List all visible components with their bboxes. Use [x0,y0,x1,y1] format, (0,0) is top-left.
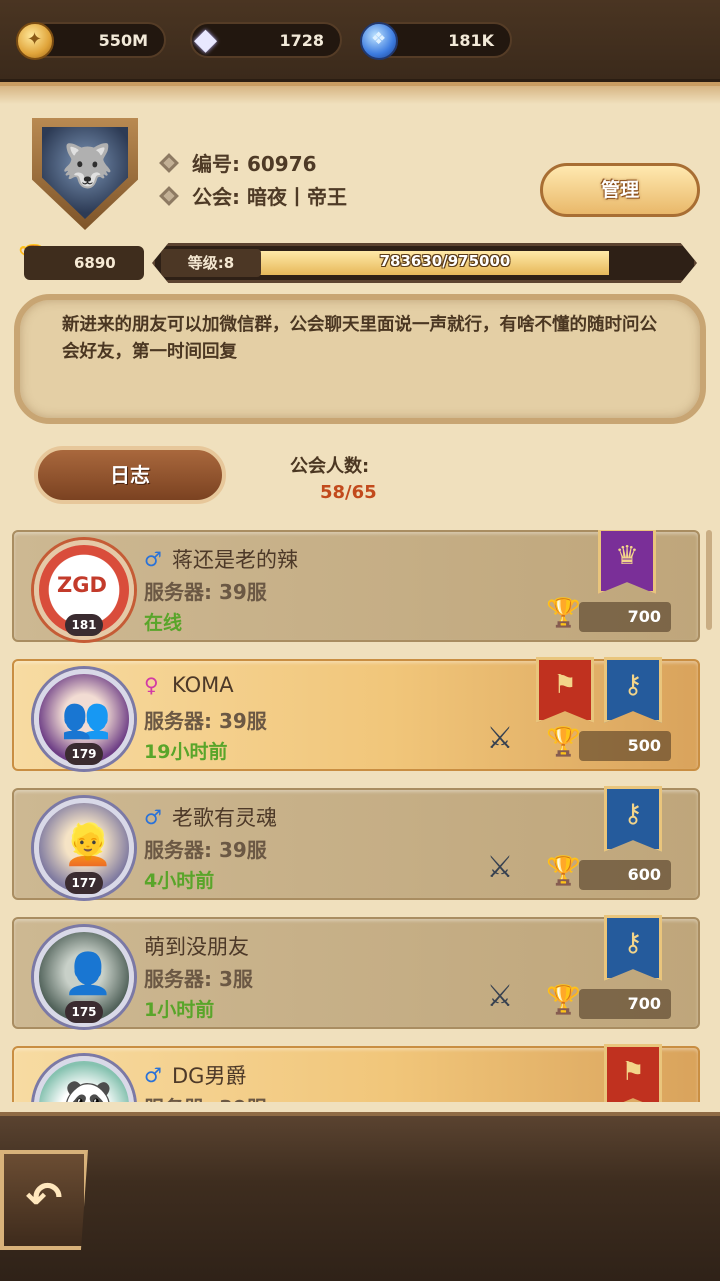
blue-banner-icon [604,657,662,723]
crossed-swords-icon[interactable]: ⚔ [480,719,520,759]
member-name-row: ♂ 老歌有灵魂 [144,802,277,832]
member-card[interactable]: ♂ DG男爵 服务器: 39服 [12,1044,700,1102]
trophy-icon: 🏆 [546,983,581,1016]
male-icon: ♂ [144,547,162,571]
guild-id: 编号: 60976 [192,152,317,176]
back-arrow-icon: ↶ [25,1173,63,1224]
member-avatar[interactable] [34,1056,134,1102]
gold-value: 550M [98,30,148,50]
member-card[interactable]: 181 ♂ 蒋还是老的辣 服务器: 39服 在线 🏆 700 [12,530,700,642]
member-card[interactable]: 177 ♂ 老歌有灵魂 服务器: 39服 4小时前 ⚔ 🏆 600 [12,786,700,900]
member-status: 1小时前 [144,999,215,1021]
diamond-icon [188,22,226,60]
crossed-swords-icon[interactable]: ⚔ [480,977,520,1017]
bottom-bar [0,1112,720,1281]
back-button[interactable]: ↶ [0,1150,88,1250]
member-status: 4小时前 [144,870,215,892]
crown-banner-icon [598,530,656,594]
trophy-icon: 🏆 [546,596,581,629]
member-level-badge: 175 [65,1001,103,1023]
male-icon: ♂ [144,1063,162,1087]
currency-bar: 550M 1728 181K [0,0,720,82]
diamond-value: 1728 [279,30,324,50]
member-server: 服务器: 39服 [144,709,267,733]
trophy-icon: 🏆 [546,725,581,758]
guild-id-row: 编号: 60976 [159,148,317,177]
gem-value: 181K [448,30,494,50]
crossed-swords-icon[interactable]: ⚔ [480,848,520,888]
member-name: DG男爵 [172,1064,247,1088]
blue-gem-icon [360,22,398,60]
guild-trophy-count: 6890 [24,246,144,280]
member-server: 服务器: 39服 [144,1092,267,1102]
member-score: 700 [579,989,671,1019]
diamond-bullet-icon [159,185,179,206]
trophy-icon: 🏆 [546,854,581,887]
guild-trophy-value: 6890 [74,254,116,272]
red-banner-icon [536,657,594,723]
log-button[interactable]: 日志 [34,446,226,504]
blue-banner-icon [604,915,662,981]
member-server: 服务器: 3服 [144,967,253,991]
blue-banner-icon [604,786,662,852]
guild-exp-text: 783630/975000 [379,252,511,270]
diamond-counter[interactable]: 1728 [190,22,342,58]
guild-notice[interactable]: 新进来的朋友可以加微信群，公会聊天里面说一声就行，有啥不懂的随时问公会好友，第一… [14,294,706,424]
member-name-row: ♂ DG男爵 [144,1060,246,1090]
member-name-row: 萌到没朋友 [144,931,249,961]
member-name: 老歌有灵魂 [172,806,277,830]
member-server: 服务器: 39服 [144,580,267,604]
member-name-row: ♂ 蒋还是老的辣 [144,544,298,574]
list-scrollbar[interactable] [706,530,712,630]
member-name: 蒋还是老的辣 [172,548,298,572]
gold-counter[interactable]: 550M [16,22,166,60]
member-level-badge: 181 [65,614,103,636]
member-count-value: 58/65 [320,482,377,503]
member-score: 500 [579,731,671,761]
member-level-badge: 179 [65,743,103,765]
member-server: 服务器: 39服 [144,838,267,862]
member-card[interactable]: 179 ♀ KOMA 服务器: 39服 19小时前 ⚔ 🏆 500 [12,657,700,771]
member-list[interactable]: 181 ♂ 蒋还是老的辣 服务器: 39服 在线 🏆 700 179 ♀ KOM… [12,530,702,1102]
guild-notice-text: 新进来的朋友可以加微信群，公会聊天里面说一声就行，有啥不懂的随时问公会好友，第一… [62,315,657,362]
member-name-row: ♀ KOMA [144,673,234,697]
member-count-label: 公会人数: [290,456,370,477]
male-icon: ♂ [144,805,162,829]
member-score: 700 [579,602,671,632]
member-name: KOMA [172,673,234,697]
gem-counter[interactable]: 181K [360,22,512,60]
member-name: 萌到没朋友 [144,935,249,959]
guild-name: 公会: 暗夜丨帝王 [192,185,347,209]
guild-name-row: 公会: 暗夜丨帝王 [159,181,347,210]
member-status: 在线 [144,612,183,634]
red-banner-icon [604,1044,662,1102]
guild-level-bar: 等级:8 783630/975000 [152,243,697,283]
guild-level-label: 等级:8 [161,249,261,277]
diamond-bullet-icon [159,152,179,173]
member-status: 19小时前 [144,741,228,763]
member-card[interactable]: 175 萌到没朋友 服务器: 3服 1小时前 ⚔ 🏆 700 [12,915,700,1029]
member-level-badge: 177 [65,872,103,894]
manage-button[interactable]: 管理 [540,163,700,217]
female-icon: ♀ [144,673,159,697]
gold-coin-icon [16,22,54,60]
member-score: 600 [579,860,671,890]
